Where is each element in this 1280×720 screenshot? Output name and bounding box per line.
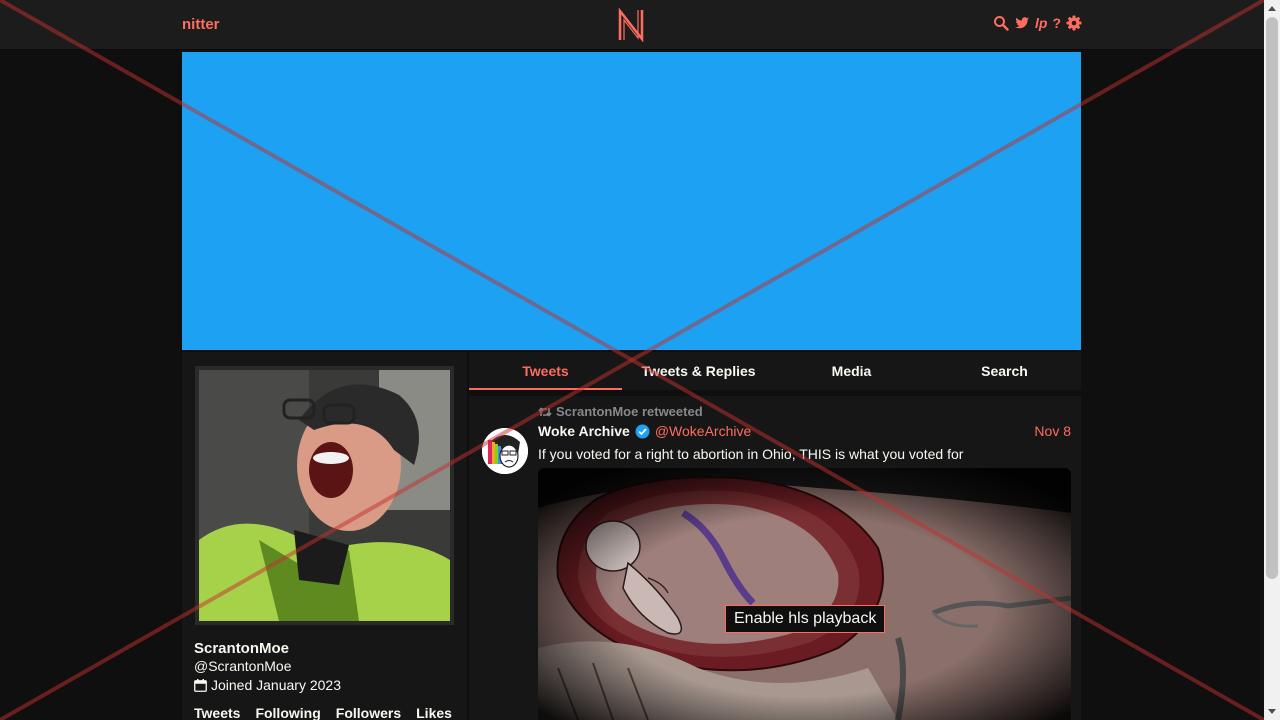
profile-banner[interactable]: [182, 52, 1081, 350]
retweet-header: ScrantonMoe retweeted: [538, 404, 703, 419]
profile-stats: Tweets Following Followers Likes: [194, 705, 452, 720]
profile-card: ScrantonMoe @ScrantonMoe Joined January …: [182, 352, 467, 720]
profile-fullname[interactable]: ScrantonMoe: [194, 640, 289, 657]
tweet-fullname[interactable]: Woke Archive: [538, 423, 630, 439]
liberapay-icon[interactable]: lp: [1035, 15, 1047, 31]
timeline-tabs: Tweets Tweets & Replies Media Search: [469, 352, 1081, 390]
tweet-username[interactable]: @WokeArchive: [655, 423, 751, 439]
twitter-bird-icon[interactable]: [1014, 15, 1030, 31]
search-icon[interactable]: [993, 15, 1009, 31]
tweet-avatar[interactable]: [482, 428, 528, 474]
settings-gear-icon[interactable]: [1066, 15, 1082, 31]
timeline-item[interactable]: ScrantonMoe retweeted Woke Archive @Woke…: [469, 396, 1081, 720]
tweet-video[interactable]: Enable hls playback: [538, 468, 1071, 720]
retweet-icon: [538, 406, 552, 418]
scroll-down-arrow-icon[interactable]: [1268, 709, 1276, 714]
scroll-up-arrow-icon[interactable]: [1268, 6, 1276, 11]
tab-media[interactable]: Media: [775, 352, 928, 390]
profile-username[interactable]: @ScrantonMoe: [194, 658, 291, 674]
stat-likes[interactable]: Likes: [416, 705, 452, 720]
tweet-text: If you voted for a right to abortion in …: [538, 446, 964, 462]
nav-icon-group: lp ?: [993, 15, 1082, 31]
tab-tweets[interactable]: Tweets: [469, 352, 622, 390]
video-thumbnail: [538, 468, 1071, 720]
top-navbar: nitter lp ?: [0, 0, 1264, 50]
tab-tweets-replies[interactable]: Tweets & Replies: [622, 352, 775, 390]
calendar-icon: [194, 678, 207, 692]
nitter-home-link[interactable]: nitter: [182, 16, 220, 33]
stat-tweets[interactable]: Tweets: [194, 705, 240, 720]
scroll-thumb[interactable]: [1266, 17, 1278, 579]
profile-joined-date: Joined January 2023: [194, 677, 341, 693]
tab-search[interactable]: Search: [928, 352, 1081, 390]
nitter-logo-icon[interactable]: [617, 7, 645, 43]
retweet-text[interactable]: ScrantonMoe retweeted: [556, 404, 703, 419]
page-scrollbar[interactable]: [1264, 0, 1280, 720]
tweet-header: Woke Archive @WokeArchive: [538, 423, 751, 439]
tweet-date[interactable]: Nov 8: [1034, 423, 1071, 439]
profile-avatar[interactable]: [195, 366, 454, 625]
stat-followers[interactable]: Followers: [336, 705, 401, 720]
verified-badge-icon: [635, 424, 650, 439]
help-icon[interactable]: ?: [1052, 15, 1061, 31]
enable-hls-playback-button[interactable]: Enable hls playback: [725, 605, 886, 633]
joined-text: Joined January 2023: [211, 677, 341, 693]
stat-following[interactable]: Following: [255, 705, 320, 720]
